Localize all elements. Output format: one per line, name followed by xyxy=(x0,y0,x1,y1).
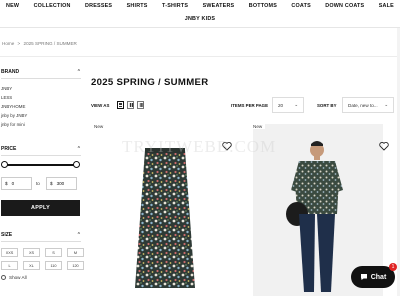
chevron-down-icon: ⌄ xyxy=(294,102,298,107)
brand-item-jnby-for-mini[interactable]: jnby for mini xyxy=(1,122,25,127)
size-option-xxs[interactable]: XXS xyxy=(1,248,18,257)
chevron-down-icon: ⌄ xyxy=(384,102,388,107)
chat-button[interactable]: Chat xyxy=(351,266,395,288)
price-slider-max-handle[interactable] xyxy=(73,161,80,168)
size-options: XXS XS S M L XL 110 120 xyxy=(1,248,84,270)
price-filter-title: PRICE xyxy=(1,146,17,152)
size-filter-title: SIZE xyxy=(1,232,13,238)
items-per-page-value: 20 xyxy=(278,102,284,108)
radio-icon xyxy=(1,275,6,280)
brand-item-jnby-by-jnby[interactable]: jnby by JNBY xyxy=(1,113,27,118)
page-title: 2025 SPRING / SUMMER xyxy=(91,77,209,88)
size-option-xl[interactable]: XL xyxy=(23,261,40,270)
nav-item-coats[interactable]: COATS xyxy=(291,3,310,9)
view-as-label: VIEW AS xyxy=(91,103,110,108)
show-all-toggle[interactable]: Show All xyxy=(1,275,27,280)
nav-item-sale[interactable]: SALE xyxy=(379,3,394,9)
nav-item-t-shirts[interactable]: T-SHIRTS xyxy=(162,3,188,9)
price-max-input[interactable]: $ 300 xyxy=(46,177,77,190)
brand-item-jnbyhome[interactable]: JNBYHOME xyxy=(1,104,25,109)
chat-notification-badge: 1 xyxy=(389,263,397,271)
product-image[interactable] xyxy=(91,138,239,296)
breadcrumb: Home > 2025 SPRING / SUMMER xyxy=(2,41,77,46)
price-filter-rule xyxy=(1,155,81,156)
sort-by-value: Date, new to... xyxy=(348,102,378,108)
nav-item-new[interactable]: NEW xyxy=(6,3,19,9)
price-slider-min-handle[interactable] xyxy=(1,161,8,168)
price-min-input[interactable]: $ 0 xyxy=(1,177,32,190)
breadcrumb-home[interactable]: Home xyxy=(2,41,14,46)
brand-item-less[interactable]: LESS xyxy=(1,95,12,100)
nav-item-dresses[interactable]: DRESSES xyxy=(85,3,112,9)
price-filter-header[interactable]: PRICE ⌃ xyxy=(1,146,81,152)
chat-bubble-icon xyxy=(360,274,367,280)
chevron-up-icon: ⌃ xyxy=(76,232,81,238)
size-option-m[interactable]: M xyxy=(67,248,84,257)
apply-button[interactable]: APPLY xyxy=(1,200,80,216)
nav-row-secondary: JNBY KIDS xyxy=(0,16,400,22)
size-option-120[interactable]: 120 xyxy=(67,261,84,270)
nav-item-bottoms[interactable]: BOTTOMS xyxy=(249,3,277,9)
items-per-page-label: ITEMS PER PAGE xyxy=(231,103,269,108)
price-max-value: 300 xyxy=(56,181,65,186)
watermark: TRYITWEBB.COM xyxy=(122,137,277,156)
brand-item-jnby[interactable]: JNBY xyxy=(1,86,12,91)
items-per-page-select[interactable]: 20 ⌄ xyxy=(272,97,304,113)
brand-filter-header[interactable]: BRAND ⌃ xyxy=(1,69,81,75)
nav-item-sweaters[interactable]: SWEATERS xyxy=(203,3,235,9)
grid-view-icon[interactable] xyxy=(137,101,144,109)
size-filter-header[interactable]: SIZE ⌃ xyxy=(1,232,81,238)
price-to-label: to xyxy=(36,181,40,186)
header-divider xyxy=(0,56,400,57)
nav-item-collection[interactable]: COLLECTION xyxy=(34,3,71,9)
sort-by-select[interactable]: Date, new to... ⌄ xyxy=(342,97,394,113)
price-slider-track[interactable] xyxy=(4,164,77,166)
nav-item-down-coats[interactable]: DOWN COATS xyxy=(325,3,364,9)
size-option-110[interactable]: 110 xyxy=(45,261,62,270)
nav-row-primary: NEW COLLECTION DRESSES SHIRTS T-SHIRTS S… xyxy=(0,3,400,9)
list-view-icon[interactable] xyxy=(117,101,124,109)
nav-item-shirts[interactable]: SHIRTS xyxy=(127,3,148,9)
size-filter-rule xyxy=(1,241,81,242)
sort-by-label: SORT BY xyxy=(317,103,337,108)
chevron-up-icon: ⌃ xyxy=(76,69,81,75)
show-all-label: Show All xyxy=(9,275,27,280)
price-min-value: 0 xyxy=(11,181,15,186)
brand-filter-title: BRAND xyxy=(1,69,20,75)
new-badge: New xyxy=(94,124,104,129)
currency-symbol: $ xyxy=(50,181,53,186)
size-option-xs[interactable]: XS xyxy=(23,248,40,257)
brand-filter-rule xyxy=(1,78,81,79)
currency-symbol: $ xyxy=(5,181,8,186)
breadcrumb-separator: > xyxy=(17,41,21,46)
breadcrumb-current: 2025 SPRING / SUMMER xyxy=(23,41,77,46)
size-option-l[interactable]: L xyxy=(1,261,18,270)
nav-item-jnby-kids[interactable]: JNBY KIDS xyxy=(185,16,215,22)
chat-label: Chat xyxy=(370,273,387,281)
top-navigation: NEW COLLECTION DRESSES SHIRTS T-SHIRTS S… xyxy=(0,0,400,28)
two-column-view-icon[interactable] xyxy=(127,101,134,109)
chevron-up-icon: ⌃ xyxy=(76,146,81,152)
size-option-s[interactable]: S xyxy=(45,248,62,257)
